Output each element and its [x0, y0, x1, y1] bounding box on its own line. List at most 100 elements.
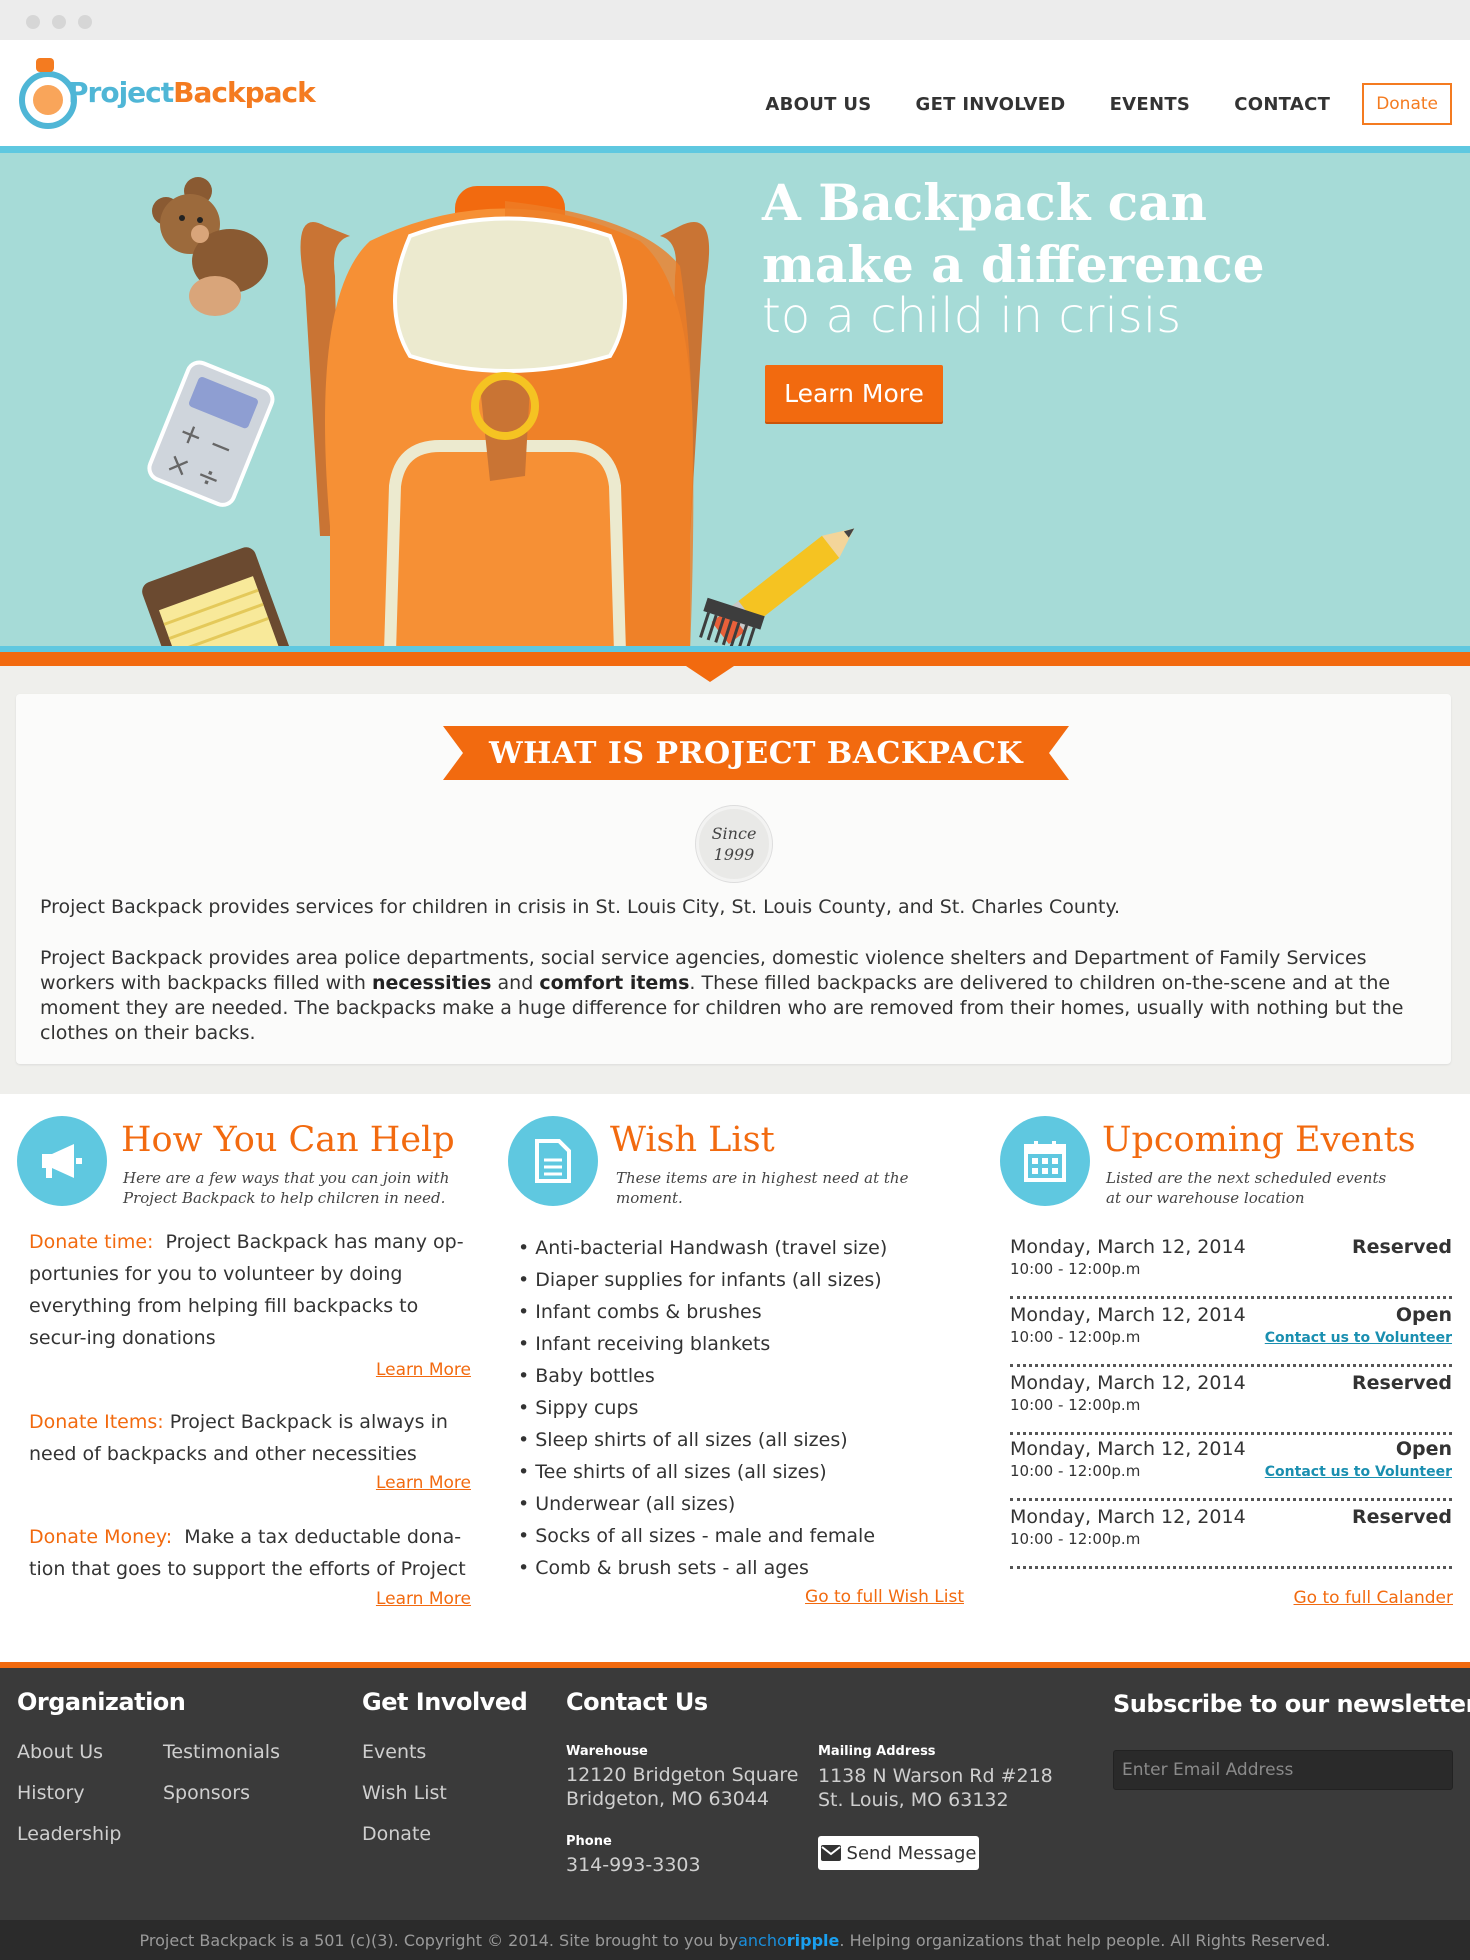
event-status: Reserved [1352, 1506, 1452, 1528]
window-minimize-dot[interactable] [52, 15, 66, 29]
event-row: Monday, March 12, 2014 10:00 - 12:00p.m … [1010, 1232, 1452, 1299]
wishlist-item: • Comb & brush sets - all ages [518, 1557, 809, 1579]
teddy-bear-icon [152, 177, 268, 316]
mailing-address-line-2: St. Louis, MO 63132 [818, 1789, 1009, 1811]
footer-link-donate[interactable]: Donate [362, 1823, 431, 1845]
footer-link-wish-list[interactable]: Wish List [362, 1782, 447, 1804]
volunteer-link[interactable]: Contact us to Volunteer [1265, 1464, 1452, 1480]
event-row: Monday, March 12, 2014 10:00 - 12:00p.m … [1010, 1502, 1452, 1569]
about-paragraph-1: Project Backpack provides services for c… [40, 896, 1121, 918]
wishlist-item: • Socks of all sizes - male and female [518, 1525, 876, 1547]
warehouse-label: Warehouse [566, 1744, 648, 1759]
help-subtitle: Here are a few ways that you can join wi… [123, 1168, 449, 1208]
calculator-icon: + − × ÷ [147, 360, 275, 507]
event-row: Monday, March 12, 2014 10:00 - 12:00p.m … [1010, 1434, 1452, 1501]
wishlist-column: Wish List These items are in highest nee… [508, 1094, 964, 1664]
help-subtitle-line-1: Here are a few ways that you can join wi… [123, 1169, 450, 1187]
hero-learn-more-button[interactable]: Learn More [765, 365, 943, 422]
hero-divider-band [0, 652, 1470, 666]
volunteer-link[interactable]: Contact us to Volunteer [1265, 1330, 1452, 1346]
donate-button[interactable]: Donate [1362, 83, 1452, 125]
footer-link-leadership[interactable]: Leadership [17, 1823, 121, 1845]
warehouse-address-line-2: Bridgeton, MO 63044 [566, 1788, 769, 1810]
event-status: Open [1395, 1438, 1452, 1460]
about-paragraph-2: Project Backpack provides area police de… [40, 946, 1440, 1046]
help-donate-money: Donate Money: Make a tax deductable dona… [29, 1521, 471, 1585]
footer-link-testimonials[interactable]: Testimonials [163, 1741, 280, 1763]
wishlist-item: • Infant combs & brushes [518, 1301, 762, 1323]
help-column: How You Can Help Here are a few ways tha… [17, 1094, 471, 1664]
nav-about-us[interactable]: ABOUT US [765, 94, 871, 115]
help-donate-items-learn-more[interactable]: Learn More [376, 1473, 471, 1493]
about-card: WHAT IS PROJECT BACKPACK Since 1999 Proj… [16, 694, 1451, 1064]
site-header: ProjectBackpack ABOUT US GET INVOLVED EV… [0, 40, 1470, 146]
event-row: Monday, March 12, 2014 10:00 - 12:00p.m … [1010, 1300, 1452, 1367]
footer-link-sponsors[interactable]: Sponsors [163, 1782, 250, 1804]
wishlist-items: • Anti-bacterial Handwash (travel size) … [518, 1232, 887, 1584]
event-date: Monday, March 12, 2014 [1010, 1372, 1246, 1394]
wishlist-item: • Anti-bacterial Handwash (travel size) [518, 1237, 888, 1259]
envelope-icon [820, 1845, 841, 1861]
footer-link-history[interactable]: History [17, 1782, 85, 1804]
nav-events[interactable]: EVENTS [1110, 94, 1191, 115]
full-wishlist-link[interactable]: Go to full Wish List [805, 1587, 964, 1607]
nav-contact[interactable]: CONTACT [1234, 94, 1330, 115]
mailing-address-label: Mailing Address [818, 1744, 936, 1759]
event-time: 10:00 - 12:00p.m [1010, 1260, 1141, 1278]
newsletter-title: Subscribe to our newsletter [1113, 1690, 1470, 1718]
window-maximize-dot[interactable] [78, 15, 92, 29]
event-time: 10:00 - 12:00p.m [1010, 1530, 1141, 1548]
anchoripple-link-part-2[interactable]: ripple [787, 1931, 840, 1950]
help-donate-time: Donate time: Project Backpack has many o… [29, 1226, 471, 1354]
about-p2-necessities: necessities [372, 972, 492, 994]
wishlist-item: • Sippy cups [518, 1397, 639, 1419]
window-close-dot[interactable] [26, 15, 40, 29]
footer-contact-title: Contact Us [566, 1688, 708, 1716]
help-donate-money-learn-more[interactable]: Learn More [376, 1589, 471, 1609]
warehouse-address-line-1: 12120 Bridgeton Square [566, 1764, 799, 1786]
help-donate-items: Donate Items: Project Backpack is always… [29, 1406, 471, 1470]
send-message-label: Send Message [846, 1842, 977, 1864]
hero-divider-notch [686, 666, 734, 682]
hero-title-line-1: A Backpack can [762, 173, 1207, 232]
calendar-icon [1000, 1116, 1090, 1206]
full-calendar-link[interactable]: Go to full Calander [1294, 1588, 1454, 1608]
about-p2-text-c: and [491, 972, 540, 994]
logo-text-project: Project [68, 76, 174, 109]
copyright-bar: Project Backpack is a 501 (c)(3). Copyri… [0, 1920, 1470, 1960]
help-donate-items-label: Donate Items: [29, 1411, 164, 1433]
nav-get-involved[interactable]: GET INVOLVED [916, 94, 1066, 115]
help-donate-money-label: Donate Money: [29, 1526, 173, 1548]
copyright-text: Project Backpack is a 501 (c)(3). Copyri… [139, 1930, 739, 1950]
anchoripple-link-part-1[interactable]: ancho [738, 1931, 787, 1950]
help-donate-time-learn-more[interactable]: Learn More [376, 1360, 471, 1380]
send-message-button[interactable]: Send Message [818, 1836, 979, 1870]
megaphone-icon [17, 1116, 107, 1206]
wishlist-item: • Sleep shirts of all sizes (all sizes) [518, 1429, 848, 1451]
wishlist-item: • Tee shirts of all sizes (all sizes) [518, 1461, 827, 1483]
hero-title-line-2: make a difference [762, 235, 1265, 294]
event-date: Monday, March 12, 2014 [1010, 1438, 1246, 1460]
wishlist-item: • Baby bottles [518, 1365, 655, 1387]
hero-subtitle: to a child in crisis [762, 288, 1182, 344]
browser-chrome [0, 0, 1470, 40]
event-status: Reserved [1352, 1372, 1452, 1394]
events-subtitle-line-2: at our warehouse location [1106, 1189, 1305, 1207]
since-year: 1999 [713, 845, 755, 864]
wishlist-item: • Infant receiving blankets [518, 1333, 771, 1355]
event-date: Monday, March 12, 2014 [1010, 1236, 1246, 1258]
events-title: Upcoming Events [1102, 1120, 1416, 1160]
notepad-icon [142, 547, 291, 652]
help-subtitle-line-2: Project Backpack to help chilcren in nee… [123, 1189, 446, 1207]
footer-organization-title: Organization [17, 1688, 186, 1716]
newsletter-email-input[interactable] [1113, 1750, 1453, 1790]
help-title: How You Can Help [121, 1120, 455, 1160]
event-date: Monday, March 12, 2014 [1010, 1304, 1246, 1326]
event-row: Monday, March 12, 2014 10:00 - 12:00p.m … [1010, 1368, 1452, 1435]
footer-link-about-us[interactable]: About Us [17, 1741, 103, 1763]
footer-link-events[interactable]: Events [362, 1741, 426, 1763]
site-logo[interactable]: ProjectBackpack [16, 54, 316, 134]
help-donate-time-label: Donate time: [29, 1231, 154, 1253]
hero-title: A Backpack can make a difference [762, 172, 1265, 296]
phone-label: Phone [566, 1834, 612, 1849]
